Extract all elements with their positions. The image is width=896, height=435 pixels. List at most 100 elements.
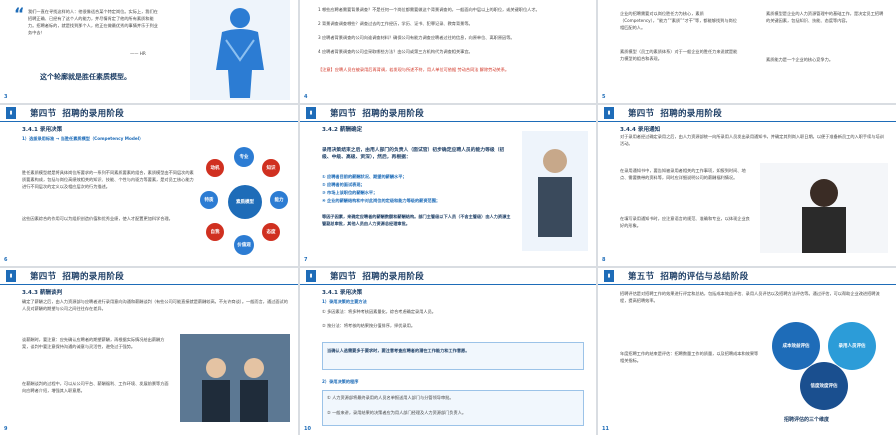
- quote-mark: “: [14, 4, 25, 23]
- page-number: 3: [4, 94, 8, 100]
- wheel-node-5: 价值观: [234, 235, 254, 255]
- text-2: 素质模型（员工的素质体系）对于一般企业的胜任力来说就是能力模型的组合和表现。: [620, 49, 738, 61]
- subheading: 3.4.1 录用决策: [22, 127, 63, 133]
- method-1: ① 多因素法：将多种考核因素量化，综合考虑确定录用人员。: [322, 309, 436, 314]
- slide-7[interactable]: ▮ 第四节 招聘的录用阶段 3.4.3 薪酬谈判 确定了薪酬之后，由人力资源部与应…: [0, 268, 298, 435]
- wheel-node-7: 特质: [200, 191, 218, 209]
- page-number: 8: [602, 257, 606, 263]
- factor-2: ② 应聘者的面试表现；: [322, 182, 365, 187]
- para-2: 在录用通知书中，要告知被录用者相关的工作事项，如报到时间、地点、需要携带的资料等…: [620, 168, 746, 180]
- page-number: 7: [304, 257, 308, 263]
- section-tag: ▮: [6, 107, 16, 119]
- section-title: 第四节 招聘的录用阶段: [330, 272, 425, 282]
- factor-1: ① 应聘者目前的薪酬状况、期望的薪酬水平；: [322, 174, 407, 179]
- procedure-1: ① 人力资源部将最终录用的人员名单报送用人部门与分管领导审批。: [327, 395, 454, 400]
- heading-2: 2）录用决策的程序: [322, 379, 359, 384]
- para-1: 对于录用者经过确定录用之后，由人力资源部统一向所录用人员发出录用通知书，并确定其…: [620, 134, 884, 146]
- competency-wheel: 素质模型 专业 知识 能力 态度 价值观 自我 特质 动机: [200, 147, 290, 257]
- subheading: 3.4.2 薪酬确定: [322, 127, 363, 133]
- slide-2[interactable]: 1 哪些应聘者需要背景调查？不是任何一个岗位都需要做这个背景调查的，一般面向中层…: [300, 0, 596, 103]
- criteria-line: 1）选拔录用标准 → 当胜任素质模型（Competency Model）: [22, 136, 144, 141]
- wheel-node-8: 动机: [206, 159, 224, 177]
- eval-circle-cost: 成本效益评估: [772, 322, 820, 370]
- note-text: 【注意】应聘人员在被录用后再背调，若发现与所述不符，用人单位可依据 劳动合同法 …: [318, 67, 510, 72]
- page-number: 10: [304, 426, 311, 432]
- para-2: 年度招聘工作的结束是评估：招聘数量工作的质量，以及招聘成本和效果等相关指标。: [620, 351, 759, 363]
- procedure-2: ② 一般来讲，录用结果的决策者应为用人部门经理及人力资源部门负责人。: [327, 410, 467, 415]
- para-1: 胜任素质模型就是将具体岗位所要求的一系列不同素质要素的组合，素质模型由不同层次的…: [22, 170, 194, 189]
- section-header: ▮ 第四节 招聘的录用阶段: [0, 268, 298, 284]
- intro-text: 录用决策结束之后，由用人部门的负责人（面试官）初步确定应聘人员的能力等级（初级、…: [322, 148, 505, 160]
- evaluation-diagram: 成本效益评估 录用人员评估 信度效度评估 招聘评估的三个维度: [768, 318, 888, 430]
- page-number: 4: [304, 94, 308, 100]
- wheel-center: 素质模型: [228, 185, 262, 219]
- slide-8[interactable]: ▮ 第四节 招聘的录用阶段 3.4.1 录用决策 1）录用决策的主要方法 ① 多因…: [300, 268, 596, 435]
- wheel-node-4: 态度: [262, 223, 280, 241]
- wheel-node-2: 知识: [262, 159, 280, 177]
- header-rule: [300, 121, 596, 122]
- subheading: 3.4.3 薪酬谈判: [22, 290, 63, 296]
- section-header: ▮ 第四节 招聘的录用阶段: [300, 268, 596, 284]
- section-tag: ▮: [6, 270, 16, 282]
- section-tag: ▮: [306, 270, 316, 282]
- text-4: 素质能力是一个企业的核心竞争力。: [766, 57, 834, 62]
- procedure-box: ① 人力资源部将最终录用的人员名单报送用人部门与分管领导审批。 ② 一般来讲，录…: [322, 390, 584, 426]
- para-1: 确定了薪酬之后，由人力资源部与应聘者进行录用意向沟通和薪酬谈判（有些公司可能直接…: [22, 299, 288, 311]
- factor-3: ③ 市场上该职位的薪酬水平；: [322, 190, 378, 195]
- highlight-text: 当确认人选需要多于要求时，要注意考查应聘者的潜在工作能力和工作意愿。: [327, 348, 470, 353]
- wheel-node-6: 自我: [206, 223, 224, 241]
- section-header: ▮ 第四节 招聘的录用阶段: [598, 105, 896, 121]
- para-2: 谈薪酬时，要注意：应先确认应聘者的期望薪酬，再根据实际情况给出薪酬方案，谈判中要…: [22, 337, 165, 349]
- header-rule: [0, 284, 298, 285]
- heading-1: 1）录用决策的主要方法: [322, 299, 367, 304]
- quote-author: —— HR: [130, 51, 146, 56]
- section-title: 第四节 招聘的录用阶段: [30, 272, 125, 282]
- wheel-node-3: 能力: [270, 191, 288, 209]
- phone-photo: [760, 163, 888, 253]
- para-1: 招聘评估是对招聘工作的效果进行评定和总结，包括成本效益评估、录用人员评估以及招聘…: [620, 291, 880, 303]
- slide-3[interactable]: 企业的招聘需要对以岗位胜任力为核心，素质（Competency），“能力”“素质…: [598, 0, 896, 103]
- section-title: 第四节 招聘的录用阶段: [628, 109, 723, 119]
- para-3: 在薪酬谈判的过程中，可以从公司平台、薪酬福利、工作环境、发展前景等方面向应聘者介…: [22, 381, 169, 393]
- meeting-photo: [180, 334, 290, 422]
- text-3: 素质模型是企业的人力资源管理中的基础工作，是决定员工招聘的关键因素，包括知识、技…: [766, 11, 884, 23]
- illustration: [522, 131, 588, 251]
- footer-text: 这个轮廓就是胜任素质模型。: [40, 73, 131, 81]
- check-item-2: 2 背景调查调查哪些？调查过去的工作经历，学历、证书、犯罪记录、教育背景等。: [318, 21, 473, 26]
- section-title: 第四节 招聘的录用阶段: [30, 109, 125, 119]
- highlight-box: 当确认人选需要多于要求时，要注意考查应聘者的潜在工作能力和工作意愿。: [322, 342, 584, 370]
- human-figure-illustration: [190, 0, 290, 100]
- section-title: 第四节 招聘的录用阶段: [330, 109, 425, 119]
- section-header: ▮ 第四节 招聘的录用阶段: [300, 105, 596, 121]
- page-number: 6: [4, 257, 8, 263]
- subheading: 3.4.4 录用通知: [620, 127, 661, 133]
- slide-9[interactable]: ▮ 第五节 招聘的评估与总结阶段 招聘评估是对招聘工作的效果进行评定和总结，包括成…: [598, 268, 896, 435]
- section-header: ▮ 第四节 招聘的录用阶段: [0, 105, 298, 121]
- header-rule: [300, 284, 596, 285]
- eval-circle-validity: 信度效度评估: [800, 362, 848, 410]
- section-tag: ▮: [306, 107, 316, 119]
- slide-4[interactable]: ▮ 第四节 招聘的录用阶段 3.4.1 录用决策 1）选拔录用标准 → 当胜任素质…: [0, 105, 298, 266]
- section-header: ▮ 第五节 招聘的评估与总结阶段: [598, 268, 896, 284]
- outro-text: 等因子因素，来确定应聘者的薪酬数额和薪酬结构。部门主管级以下人员（不含主管级）由…: [322, 214, 511, 226]
- page-number: 5: [602, 94, 606, 100]
- slide-1[interactable]: “ 我们一直在寻找这样的人：他很像适合某个特定岗位。实际上，我们在招聘正确、已经…: [0, 0, 298, 103]
- diagram-caption: 招聘评估的三个维度: [784, 417, 830, 423]
- check-item-3: 3 应聘者背景调查的公司向谁调查材料？确保公司有能力调查应聘者过往的信息，向原单…: [318, 35, 515, 40]
- slide-5[interactable]: ▮ 第四节 招聘的录用阶段 3.4.2 薪酬确定 录用决策结束之后，由用人部门的负…: [300, 105, 596, 266]
- header-rule: [598, 284, 896, 285]
- slide-grid: “ 我们一直在寻找这样的人：他很像适合某个特定岗位。实际上，我们在招聘正确、已经…: [0, 0, 896, 435]
- header-rule: [598, 121, 896, 122]
- factor-4: ④ 企业的薪酬结构和中对此岗位的定级和能力等级的薪资范围；: [322, 198, 441, 203]
- para-3: 在填写录用通知书时，应注意语言的规范、准确和专业，以体现企业良好的形象。: [620, 216, 750, 228]
- check-item-1: 1 哪些应聘者需要背景调查？不是任何一个岗位都需要做这个背景调查的，一般面向中层…: [318, 7, 540, 12]
- section-tag: ▮: [604, 270, 614, 282]
- header-rule: [0, 121, 298, 122]
- check-item-4: 4 应聘者背景调查的公司会采取哪些方法？由公司或第三方机构代为调查相关事宜。: [318, 49, 473, 54]
- wheel-node-1: 专业: [234, 147, 254, 167]
- method-2: ② 按分法：将考核的结果按分值排序，择优录用。: [322, 323, 416, 328]
- slide-6[interactable]: ▮ 第四节 招聘的录用阶段 3.4.4 录用通知 对于录用者经过确定录用之后，由人…: [598, 105, 896, 266]
- eval-circle-hired: 录用人员评估: [828, 322, 876, 370]
- page-number: 11: [602, 426, 609, 432]
- quote-text: 我们一直在寻找这样的人：他很像适合某个特定岗位。实际上，我们在招聘正确、已经有了…: [28, 9, 158, 35]
